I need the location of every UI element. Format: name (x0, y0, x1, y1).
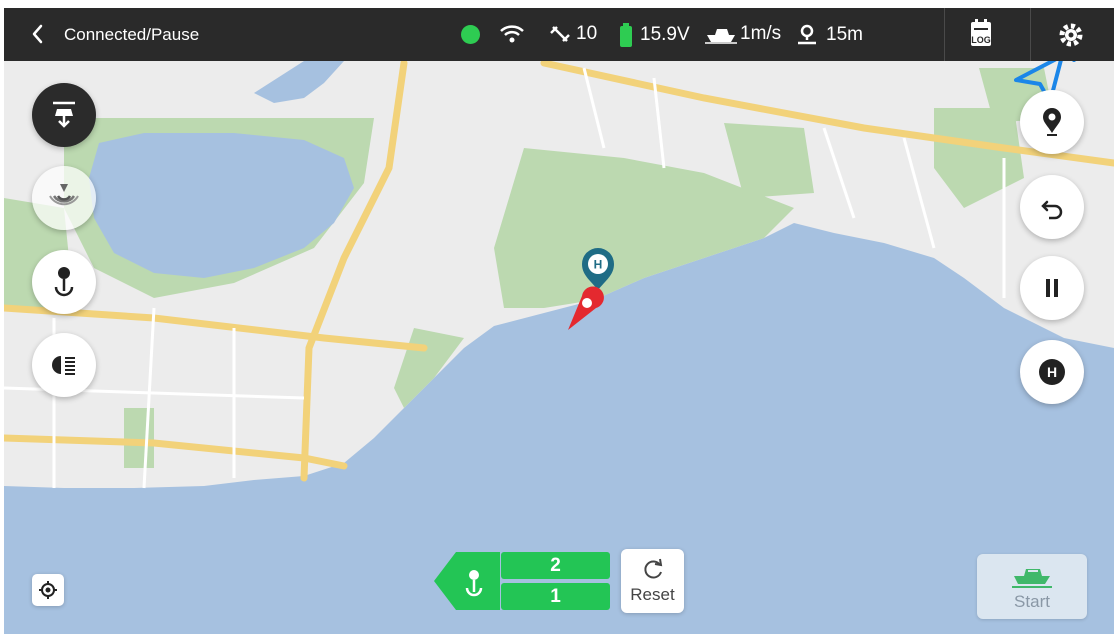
start-label: Start (1014, 592, 1050, 611)
connection-status: Connected/Pause (64, 25, 200, 44)
return-icon (1041, 200, 1063, 220)
boat-speed-icon (705, 29, 737, 44)
battery-voltage: 15.9V (640, 24, 690, 45)
speed-status: 1m/s (705, 23, 781, 45)
reset-label: Reset (630, 585, 675, 604)
home-button[interactable]: H (1020, 340, 1084, 404)
return-button[interactable] (1020, 175, 1084, 239)
distance-icon (798, 24, 816, 45)
park-area (124, 408, 154, 468)
sonar-icon (49, 184, 79, 206)
bait-drop-button[interactable] (32, 83, 96, 147)
log-button[interactable]: LOG (964, 18, 998, 52)
sonar-button[interactable] (32, 166, 96, 230)
satellite-status: 10 (547, 23, 597, 45)
bait-counter: 2 1 (432, 550, 612, 612)
app-frame: H Connected/Pause 10 15.9V 1m/s 15m LOG … (4, 8, 1114, 634)
refresh-icon (643, 558, 662, 579)
battery-icon (620, 23, 632, 47)
locate-me-button[interactable] (32, 574, 64, 606)
satellite-count: 10 (576, 23, 598, 44)
waypoint-icon (1043, 108, 1061, 136)
satellite-icon (550, 26, 570, 42)
battery-status: 15.9V (619, 23, 690, 47)
gear-icon (1059, 23, 1083, 47)
wifi-icon (499, 23, 525, 45)
top-bar: Connected/Pause 10 15.9V 1m/s 15m LOG (4, 8, 1114, 61)
map-view[interactable]: H (4, 8, 1114, 634)
reset-button[interactable]: Reset (621, 549, 684, 613)
chevron-left-icon (32, 24, 43, 44)
connection-dot (461, 25, 480, 44)
home-icon: H (1039, 359, 1065, 385)
divider (944, 8, 945, 61)
home-button-label: H (1047, 364, 1057, 380)
speed-value: 1m/s (740, 23, 782, 44)
log-label: LOG (971, 35, 991, 45)
hook-button[interactable] (32, 250, 96, 314)
start-button[interactable]: Start (977, 554, 1087, 619)
log-icon: LOG (971, 19, 991, 46)
crosshair-icon (39, 581, 57, 599)
distance-value: 15m (826, 24, 863, 45)
bait-drop-icon (53, 101, 75, 128)
home-marker-label: H (594, 258, 603, 272)
counter-top[interactable]: 2 (501, 552, 610, 579)
distance-status: 15m (795, 23, 863, 47)
back-button[interactable] (24, 20, 52, 48)
waypoint-button[interactable] (1020, 90, 1084, 154)
hook-tag (434, 552, 500, 610)
headlight-button[interactable] (32, 333, 96, 397)
pause-icon (1046, 279, 1058, 297)
pause-button[interactable] (1020, 256, 1084, 320)
headlight-icon (52, 356, 75, 375)
hook-icon (54, 267, 74, 297)
counter-bottom[interactable]: 1 (501, 583, 610, 610)
settings-button[interactable] (1054, 18, 1088, 52)
divider (1030, 8, 1031, 61)
boat-icon (1012, 569, 1052, 588)
